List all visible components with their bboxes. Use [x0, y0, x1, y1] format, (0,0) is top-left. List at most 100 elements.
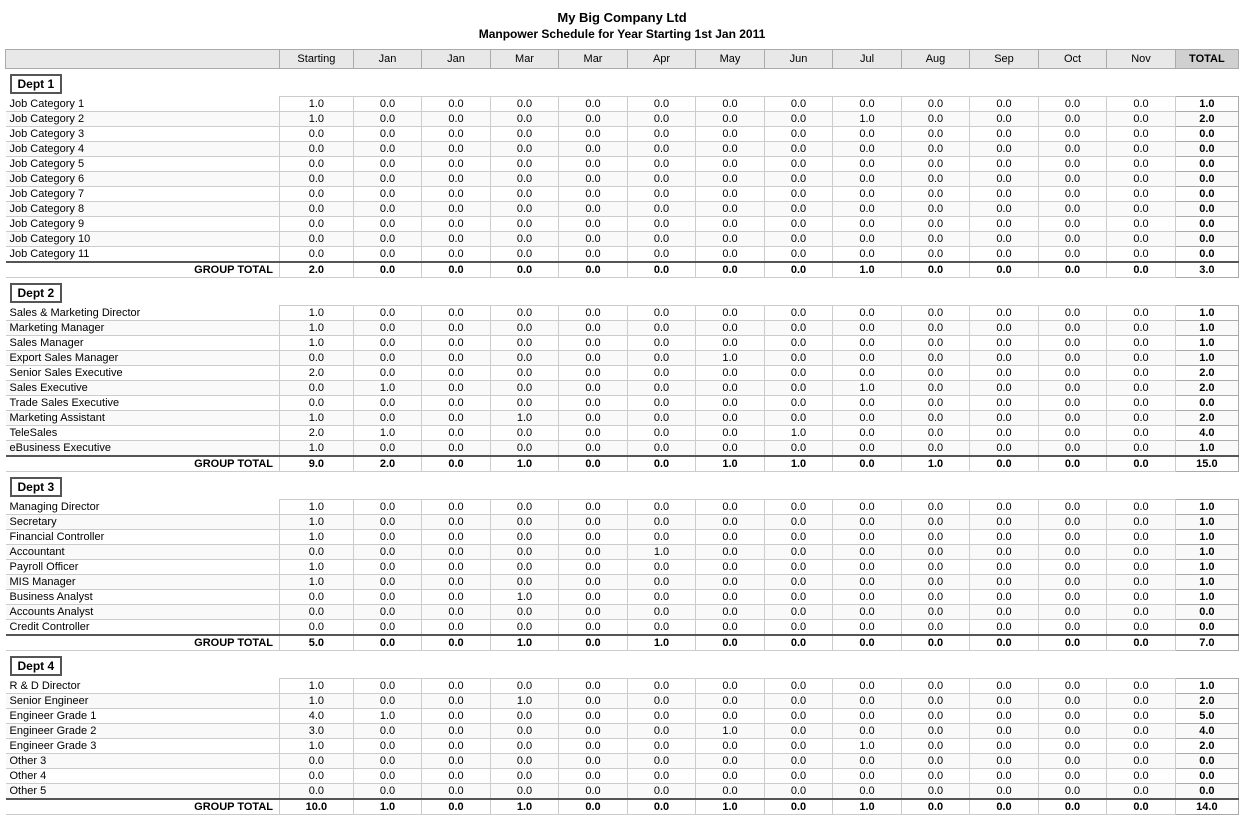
row-val: 0.0 [627, 247, 696, 263]
row-val: 0.0 [764, 784, 833, 800]
row-val: 0.0 [422, 575, 491, 590]
row-total: 1.0 [1175, 336, 1238, 351]
row-label: Other 5 [6, 784, 280, 800]
row-val: 0.0 [764, 232, 833, 247]
table-row: Job Category 90.00.00.00.00.00.00.00.00.… [6, 217, 1239, 232]
row-val: 0.0 [353, 515, 422, 530]
dept-label-dept1: Dept 1 [6, 69, 1239, 97]
row-val: 1.0 [490, 694, 559, 709]
row-val: 0.0 [1038, 127, 1107, 142]
row-total: 4.0 [1175, 426, 1238, 441]
row-val: 0.0 [764, 709, 833, 724]
row-val: 0.0 [901, 217, 970, 232]
row-total: 1.0 [1175, 306, 1238, 321]
row-val: 0.0 [353, 232, 422, 247]
row-val: 0.0 [970, 441, 1039, 457]
row-val: 0.0 [627, 396, 696, 411]
table-row: Job Category 11.00.00.00.00.00.00.00.00.… [6, 97, 1239, 112]
row-val: 0.0 [353, 441, 422, 457]
table-row: Accounts Analyst0.00.00.00.00.00.00.00.0… [6, 605, 1239, 620]
row-val: 0.0 [559, 112, 628, 127]
row-val: 0.0 [559, 157, 628, 172]
row-val: 0.0 [833, 202, 902, 217]
group-total-val: 0.0 [901, 635, 970, 651]
row-val: 0.0 [559, 127, 628, 142]
group-total-val: 9.0 [280, 456, 354, 472]
row-val: 0.0 [1107, 112, 1176, 127]
row-val: 0.0 [627, 605, 696, 620]
row-label: Job Category 7 [6, 187, 280, 202]
row-val: 0.0 [696, 709, 765, 724]
row-val: 0.0 [353, 769, 422, 784]
row-val: 0.0 [970, 366, 1039, 381]
row-val: 0.0 [490, 784, 559, 800]
row-val: 0.0 [422, 784, 491, 800]
group-total-val: 0.0 [1107, 262, 1176, 278]
row-val: 0.0 [970, 97, 1039, 112]
row-val: 0.0 [490, 336, 559, 351]
row-val: 0.0 [1038, 366, 1107, 381]
row-val: 0.0 [764, 112, 833, 127]
table-row: Sales Executive0.01.00.00.00.00.00.00.01… [6, 381, 1239, 396]
row-val: 0.0 [559, 530, 628, 545]
row-val: 0.0 [422, 381, 491, 396]
row-val: 0.0 [627, 530, 696, 545]
row-val: 0.0 [422, 142, 491, 157]
table-row: Job Category 110.00.00.00.00.00.00.00.00… [6, 247, 1239, 263]
row-val: 0.0 [901, 112, 970, 127]
row-val: 0.0 [970, 351, 1039, 366]
row-total: 4.0 [1175, 724, 1238, 739]
row-val: 0.0 [627, 426, 696, 441]
group-total-val: 0.0 [1038, 456, 1107, 472]
row-val: 0.0 [353, 560, 422, 575]
row-val: 0.0 [970, 515, 1039, 530]
row-val: 0.0 [353, 784, 422, 800]
row-val: 0.0 [1107, 157, 1176, 172]
row-val: 0.0 [833, 396, 902, 411]
row-val: 0.0 [490, 515, 559, 530]
group-total-val: 0.0 [490, 262, 559, 278]
row-val: 0.0 [970, 754, 1039, 769]
dept-header-dept4: Dept 4 [6, 651, 1239, 679]
row-total: 1.0 [1175, 575, 1238, 590]
row-val: 0.0 [353, 172, 422, 187]
group-total-val: 1.0 [833, 799, 902, 815]
row-val: 0.0 [280, 202, 354, 217]
row-val: 0.0 [627, 127, 696, 142]
row-val: 0.0 [833, 172, 902, 187]
row-val: 0.0 [559, 351, 628, 366]
row-val: 0.0 [1107, 545, 1176, 560]
row-val: 0.0 [353, 590, 422, 605]
row-val: 0.0 [1107, 620, 1176, 636]
row-val: 0.0 [353, 112, 422, 127]
group-total-val: 0.0 [901, 799, 970, 815]
row-val: 0.0 [559, 500, 628, 515]
row-val: 0.0 [559, 381, 628, 396]
row-val: 0.0 [422, 112, 491, 127]
row-val: 0.0 [901, 545, 970, 560]
row-val: 0.0 [422, 426, 491, 441]
row-val: 3.0 [280, 724, 354, 739]
row-val: 0.0 [627, 694, 696, 709]
row-val: 0.0 [1107, 500, 1176, 515]
row-val: 0.0 [901, 321, 970, 336]
row-total: 1.0 [1175, 515, 1238, 530]
group-total-val: 0.0 [422, 799, 491, 815]
row-val: 0.0 [764, 217, 833, 232]
row-val: 0.0 [970, 321, 1039, 336]
row-val: 0.0 [833, 321, 902, 336]
row-total: 2.0 [1175, 739, 1238, 754]
row-val: 0.0 [833, 127, 902, 142]
row-val: 0.0 [422, 545, 491, 560]
group-total-val: 1.0 [490, 799, 559, 815]
row-val: 0.0 [490, 426, 559, 441]
row-val: 0.0 [627, 560, 696, 575]
row-val: 0.0 [1038, 217, 1107, 232]
row-val: 0.0 [833, 769, 902, 784]
row-label: Senior Sales Executive [6, 366, 280, 381]
row-val: 0.0 [696, 754, 765, 769]
row-val: 0.0 [1107, 172, 1176, 187]
row-val: 0.0 [970, 381, 1039, 396]
row-val: 1.0 [833, 739, 902, 754]
row-label: Secretary [6, 515, 280, 530]
